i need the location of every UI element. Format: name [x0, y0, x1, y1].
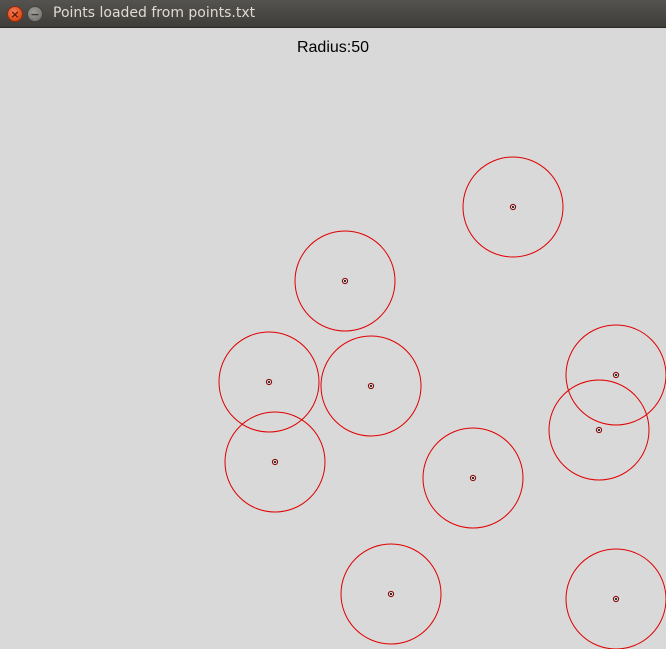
point-marker-dot — [615, 598, 617, 600]
point-marker-dot — [268, 381, 270, 383]
point-1 — [462, 156, 564, 258]
point-2 — [294, 230, 396, 332]
point-marker-dot — [390, 593, 392, 595]
point-6 — [548, 379, 650, 481]
point-marker-dot — [615, 374, 617, 376]
point-marker-dot — [344, 280, 346, 282]
point-7 — [224, 411, 326, 513]
point-marker-dot — [512, 206, 514, 208]
point-marker-dot — [472, 477, 474, 479]
point-10 — [565, 548, 666, 649]
point-5 — [565, 324, 666, 426]
points-plot — [218, 156, 666, 649]
point-marker-dot — [274, 461, 276, 463]
app-window: × − Points loaded from points.txt Radius… — [0, 0, 666, 649]
point-marker-dot — [370, 385, 372, 387]
point-3 — [218, 331, 320, 433]
point-8 — [422, 427, 524, 529]
point-4 — [320, 335, 422, 437]
point-marker-dot — [598, 429, 600, 431]
point-9 — [340, 543, 442, 645]
